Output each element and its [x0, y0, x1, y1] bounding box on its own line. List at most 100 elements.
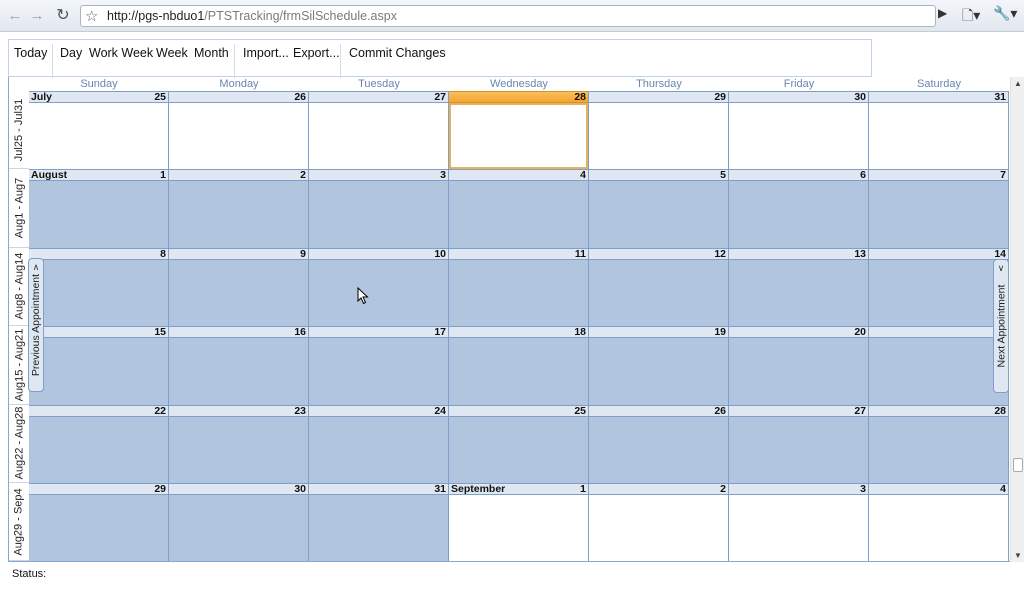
commit-changes-button[interactable]: Commit Changes: [349, 46, 446, 60]
today-button[interactable]: Today: [14, 46, 47, 60]
day-number[interactable]: 27: [854, 405, 866, 417]
day-number[interactable]: 9: [300, 248, 306, 260]
day-cell-body[interactable]: [869, 338, 1008, 405]
day-cell[interactable]: 2: [169, 169, 309, 248]
day-number[interactable]: 26: [714, 405, 726, 417]
day-number[interactable]: 7: [1000, 170, 1006, 181]
day-cell-header[interactable]: 4: [449, 169, 588, 182]
day-number[interactable]: 1: [580, 484, 586, 495]
day-cell-header[interactable]: 22: [29, 404, 168, 417]
day-cell-header[interactable]: 13: [729, 247, 868, 260]
day-cell-body[interactable]: [449, 259, 588, 327]
day-cell[interactable]: 20: [729, 326, 869, 405]
day-cell-body[interactable]: [589, 103, 728, 170]
day-cell-header[interactable]: 3: [729, 483, 868, 495]
day-cell-today[interactable]: 28: [449, 91, 589, 170]
day-cell-body[interactable]: [29, 103, 168, 170]
day-cell-header[interactable]: 21: [869, 326, 1008, 339]
day-cell-header[interactable]: 29: [589, 91, 728, 103]
day-cell[interactable]: 5: [589, 169, 729, 248]
day-cell-header[interactable]: 27: [729, 404, 868, 417]
day-cell-header[interactable]: 12: [589, 247, 728, 260]
day-cell-body[interactable]: [449, 416, 588, 483]
day-cell-header[interactable]: 10: [309, 247, 448, 260]
day-cell-body[interactable]: [169, 495, 308, 561]
back-arrow-icon[interactable]: ←: [4, 5, 26, 27]
day-cell-header[interactable]: 16: [169, 326, 308, 339]
day-cell[interactable]: 24: [309, 404, 449, 483]
day-number[interactable]: 20: [854, 327, 866, 338]
week-label[interactable]: Aug22 - Aug28: [9, 405, 29, 483]
day-number[interactable]: 2: [720, 484, 726, 495]
work-week-view-button[interactable]: Work Week: [89, 46, 153, 60]
day-cell-header[interactable]: 3: [309, 169, 448, 182]
day-cell-body[interactable]: [449, 495, 588, 561]
day-cell-header[interactable]: 28: [869, 404, 1008, 417]
day-cell[interactable]: 13: [729, 247, 869, 327]
day-cell-body[interactable]: [309, 338, 448, 405]
day-number[interactable]: 28: [994, 405, 1006, 417]
day-number[interactable]: 16: [294, 327, 306, 338]
day-cell-header[interactable]: 20: [729, 326, 868, 339]
day-cell-body[interactable]: [589, 495, 728, 561]
day-cell-header[interactable]: 30: [729, 91, 868, 103]
day-cell-body[interactable]: [589, 416, 728, 483]
day-cell-header[interactable]: 15: [29, 326, 168, 339]
week-label[interactable]: Jul25 - Jul31: [9, 91, 29, 170]
day-cell[interactable]: 11: [449, 247, 589, 327]
day-cell-body[interactable]: [169, 103, 308, 170]
day-cell-body[interactable]: [309, 181, 448, 248]
day-number[interactable]: 1: [160, 170, 166, 181]
previous-appointment-tab[interactable]: ∧ Previous Appointment: [28, 258, 44, 392]
week-label[interactable]: Aug1 - Aug7: [9, 169, 29, 248]
day-cell-body[interactable]: [729, 416, 868, 483]
day-cell[interactable]: 6: [729, 169, 869, 248]
day-number[interactable]: 6: [860, 170, 866, 181]
day-number[interactable]: 23: [294, 405, 306, 417]
url-text[interactable]: http://pgs-nbduo1/PTSTracking/frmSilSche…: [107, 9, 397, 23]
day-cell-header[interactable]: 2: [589, 483, 728, 495]
day-cell-header[interactable]: 11: [449, 247, 588, 260]
day-number[interactable]: 4: [580, 170, 586, 181]
day-cell[interactable]: 26: [169, 91, 309, 170]
import-button[interactable]: Import...: [243, 46, 289, 60]
day-cell-header[interactable]: 25: [449, 404, 588, 417]
day-cell-header[interactable]: 2: [169, 169, 308, 182]
day-cell-header[interactable]: 19: [589, 326, 728, 339]
day-number[interactable]: 31: [434, 484, 446, 495]
day-cell[interactable]: 22: [29, 404, 169, 483]
day-cell-body[interactable]: [589, 338, 728, 405]
day-cell-body[interactable]: [869, 103, 1008, 170]
day-cell[interactable]: 29: [589, 91, 729, 170]
day-cell-header[interactable]: 24: [309, 404, 448, 417]
day-cell[interactable]: 9: [169, 247, 309, 327]
day-view-button[interactable]: Day: [60, 46, 82, 60]
day-number[interactable]: 30: [294, 484, 306, 495]
day-cell-body[interactable]: [869, 495, 1008, 561]
day-cell-header[interactable]: 27: [309, 91, 448, 103]
day-cell-body[interactable]: [729, 338, 868, 405]
day-number[interactable]: 31: [994, 92, 1006, 103]
day-cell[interactable]: 3: [309, 169, 449, 248]
day-cell-header[interactable]: 5: [589, 169, 728, 182]
day-cell-header[interactable]: 6: [729, 169, 868, 182]
day-cell-body[interactable]: [869, 416, 1008, 483]
day-cell-header[interactable]: 30: [169, 483, 308, 495]
day-number[interactable]: 29: [154, 484, 166, 495]
day-cell[interactable]: 12: [589, 247, 729, 327]
day-cell-body[interactable]: [169, 259, 308, 327]
day-cell[interactable]: 27: [309, 91, 449, 170]
day-cell[interactable]: 19: [589, 326, 729, 405]
day-number[interactable]: 10: [434, 248, 446, 260]
day-number[interactable]: 24: [434, 405, 446, 417]
day-cell[interactable]: September 1: [449, 483, 589, 561]
day-cell-body[interactable]: [869, 259, 1008, 327]
day-number[interactable]: 22: [154, 405, 166, 417]
day-number[interactable]: 25: [574, 405, 586, 417]
day-number[interactable]: 8: [160, 248, 166, 260]
scrollbar-thumb[interactable]: [1013, 458, 1023, 472]
day-cell-body[interactable]: [309, 259, 448, 327]
day-cell[interactable]: 7: [869, 169, 1009, 248]
day-cell-body[interactable]: [589, 181, 728, 248]
day-cell-header[interactable]: 7: [869, 169, 1008, 182]
